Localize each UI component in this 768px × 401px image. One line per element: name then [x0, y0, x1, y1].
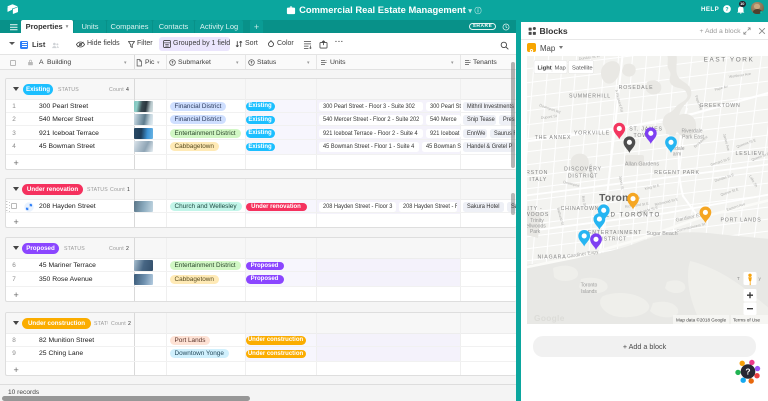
svg-text:YORKVILLE: YORKVILLE [574, 130, 610, 136]
svg-text:Park East: Park East [682, 134, 704, 140]
svg-text:Islands: Islands [581, 289, 597, 295]
svg-text:PORT LANDS: PORT LANDS [721, 217, 762, 223]
svg-text:Google: Google [534, 313, 565, 323]
svg-text:Toronto: Toronto [581, 282, 598, 288]
svg-text:?: ? [745, 367, 750, 377]
svg-text:Map data ©2018 Google: Map data ©2018 Google [676, 316, 727, 322]
svg-text:CHINATOWN: CHINATOWN [561, 206, 600, 212]
svg-text:Park: Park [530, 229, 541, 235]
svg-text:Allan Gardens: Allan Gardens [625, 161, 659, 167]
svg-text:DISTRICT: DISTRICT [568, 173, 598, 179]
svg-text:E ITALY: E ITALY [527, 177, 547, 183]
svg-text:REGENT PARK: REGENT PARK [654, 170, 700, 176]
svg-text:GREEKTOWN: GREEKTOWN [699, 103, 740, 109]
svg-text:Map: Map [555, 65, 566, 71]
svg-text:SUMMERHILL: SUMMERHILL [569, 93, 611, 99]
svg-text:Light: Light [538, 65, 552, 71]
svg-text:EAST YORK: EAST YORK [704, 56, 755, 63]
svg-text:arm: arm [673, 151, 682, 157]
svg-text:Sugar Beach: Sugar Beach [646, 231, 677, 237]
svg-text:Satellite: Satellite [572, 65, 593, 71]
svg-text:ERSTON: ERSTON [527, 170, 548, 176]
svg-text:DISCOVERY: DISCOVERY [564, 166, 602, 172]
svg-text:THE ANNEX: THE ANNEX [535, 135, 572, 141]
svg-text:?: ? [725, 7, 728, 13]
svg-text:LESLIEVI: LESLIEVI [736, 151, 765, 157]
svg-text:NIAGARA: NIAGARA [538, 254, 567, 260]
svg-text:T: T [737, 276, 740, 281]
svg-text:ROSEDALE: ROSEDALE [619, 85, 654, 91]
svg-text:Terms of Use: Terms of Use [733, 317, 761, 322]
